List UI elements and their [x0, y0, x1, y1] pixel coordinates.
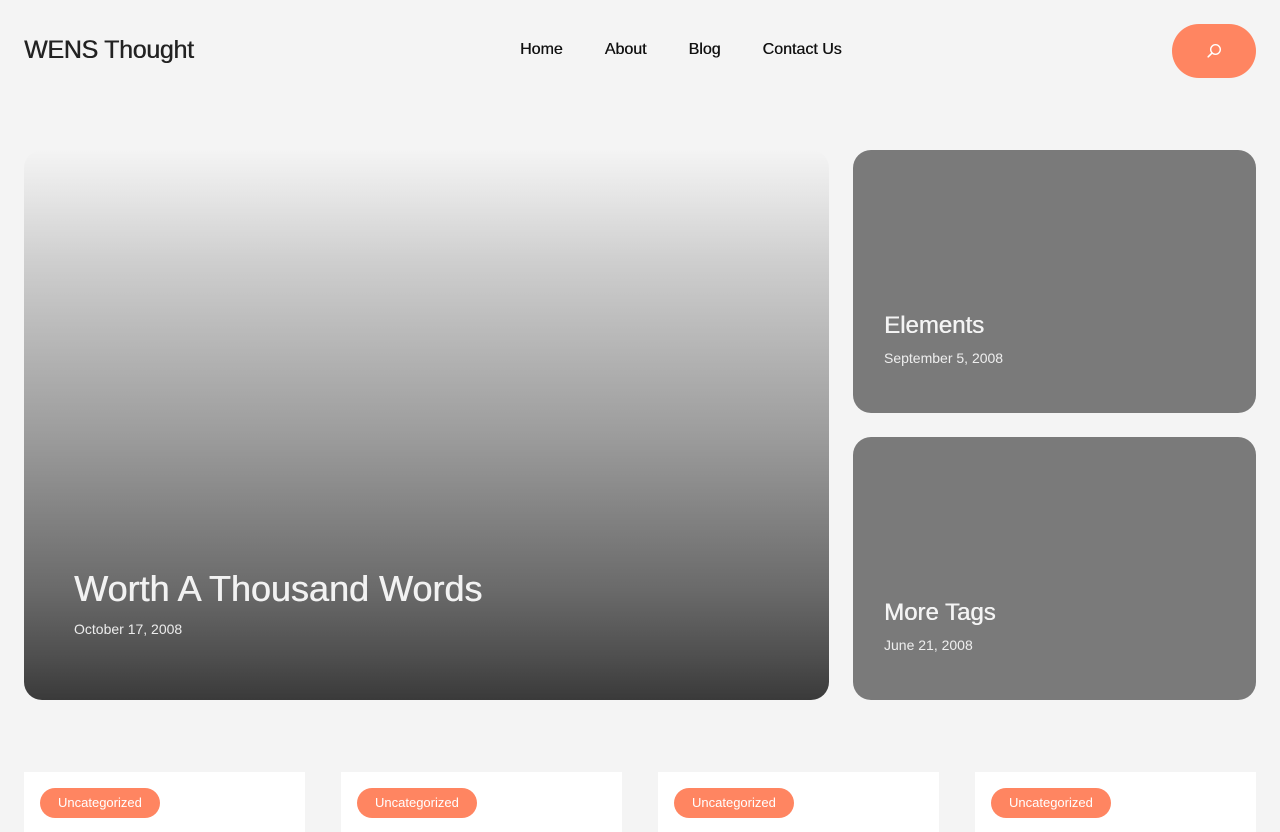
post-card: Uncategorized: [975, 772, 1256, 832]
post-card: Uncategorized: [341, 772, 622, 832]
featured-post-date: October 17, 2008: [74, 621, 183, 637]
category-badge[interactable]: Uncategorized: [674, 788, 794, 818]
search-button[interactable]: [1172, 24, 1256, 78]
category-badge[interactable]: Uncategorized: [40, 788, 160, 818]
side-post-card[interactable]: More Tags June 21, 2008: [853, 437, 1256, 700]
nav-item-about[interactable]: About: [605, 41, 647, 59]
post-card: Uncategorized: [24, 772, 305, 832]
category-badge[interactable]: Uncategorized: [357, 788, 477, 818]
site-header: WENS Thought Home About Blog Contact Us: [0, 0, 1280, 102]
side-post-title[interactable]: Elements: [884, 312, 984, 340]
side-post-date: September 5, 2008: [884, 350, 1004, 366]
nav-item-blog[interactable]: Blog: [689, 41, 721, 59]
main-nav: Home About Blog Contact Us: [520, 41, 842, 59]
featured-post-card[interactable]: Worth A Thousand Words October 17, 2008: [24, 150, 829, 700]
search-icon: [1206, 43, 1222, 59]
nav-item-contact-us[interactable]: Contact Us: [763, 41, 842, 59]
featured-post-title[interactable]: Worth A Thousand Words: [74, 568, 482, 610]
site-title[interactable]: WENS Thought: [24, 36, 194, 65]
side-post-title[interactable]: More Tags: [884, 599, 996, 627]
post-card: Uncategorized: [658, 772, 939, 832]
side-post-card[interactable]: Elements September 5, 2008: [853, 150, 1256, 413]
category-badge[interactable]: Uncategorized: [991, 788, 1111, 818]
side-post-date: June 21, 2008: [884, 637, 973, 653]
nav-item-home[interactable]: Home: [520, 41, 563, 59]
